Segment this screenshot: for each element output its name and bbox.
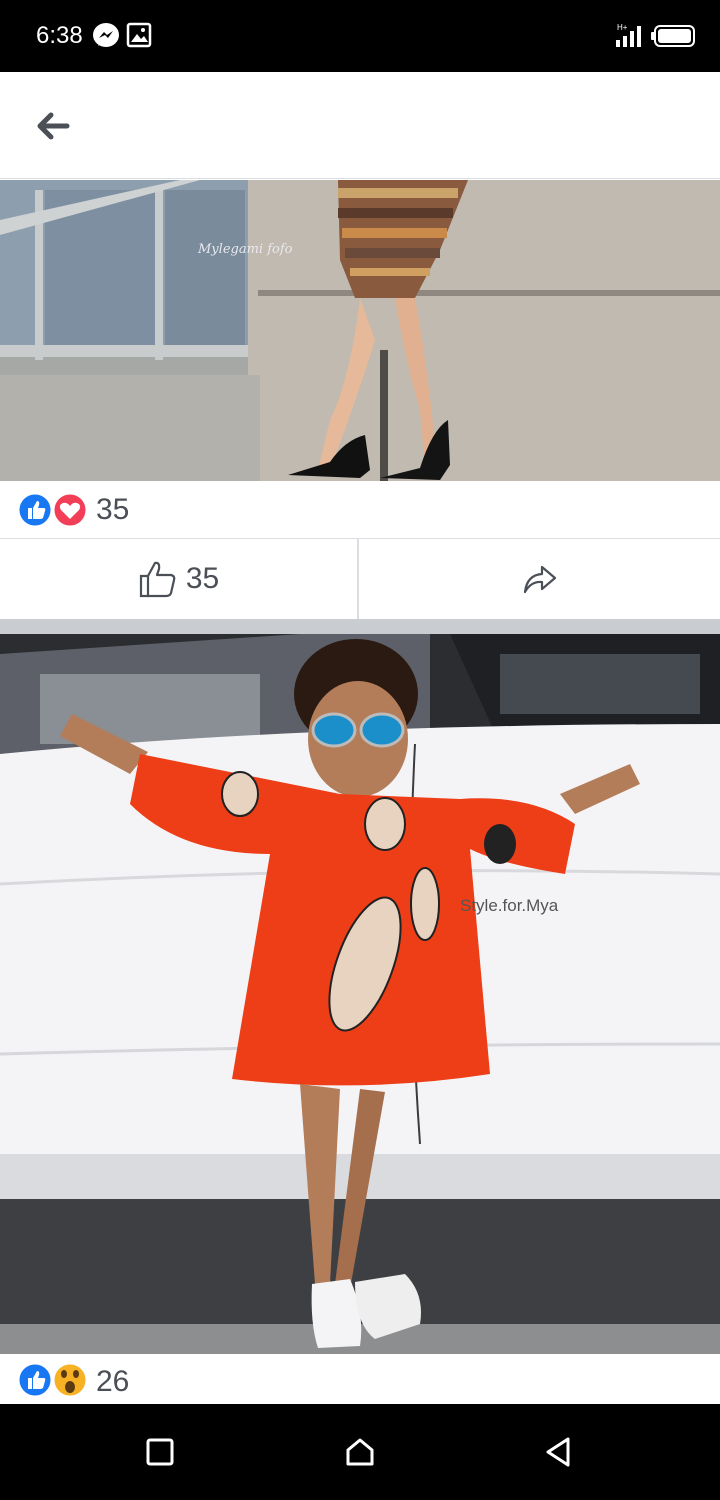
back-button[interactable]	[26, 106, 78, 146]
reactions-summary-2[interactable]: 26	[0, 1354, 720, 1404]
square-icon	[146, 1438, 174, 1466]
triangle-back-icon	[546, 1437, 570, 1467]
photo-watermark: Style.for.Mya	[460, 896, 559, 915]
app-header	[0, 72, 720, 179]
reaction-count: 35	[96, 493, 130, 526]
messenger-icon	[92, 22, 120, 55]
home-icon	[346, 1438, 374, 1466]
signal-icon: H+	[614, 22, 644, 53]
recents-button[interactable]	[136, 1428, 184, 1476]
status-bar: 6:38 H+	[0, 0, 720, 72]
love-reaction-icon	[51, 491, 89, 529]
gallery-icon	[126, 22, 152, 53]
photo-watermark: Mylegami fofo	[198, 242, 293, 257]
system-nav-bar	[0, 1404, 720, 1500]
home-button[interactable]	[336, 1428, 384, 1476]
battery-icon	[650, 24, 696, 53]
reactions-summary-1[interactable]: 35	[0, 482, 720, 538]
status-time: 6:38	[36, 22, 83, 49]
post-action-bar: 35	[0, 538, 720, 620]
svg-text:H+: H+	[617, 23, 628, 32]
arrow-left-icon	[37, 112, 70, 140]
share-icon	[523, 565, 556, 594]
back-nav-button[interactable]	[535, 1428, 583, 1476]
reaction-count: 26	[96, 1365, 130, 1398]
post-separator	[0, 619, 720, 634]
like-count: 35	[185, 562, 220, 595]
like-button[interactable]: 35	[0, 539, 357, 619]
thumbs-up-icon	[139, 561, 176, 598]
wow-reaction-icon	[51, 1361, 89, 1399]
share-button[interactable]	[359, 539, 720, 619]
post-photo-1[interactable]: Mylegami fofo	[0, 180, 720, 481]
post-photo-2[interactable]: Style.for.Mya	[0, 634, 720, 1354]
